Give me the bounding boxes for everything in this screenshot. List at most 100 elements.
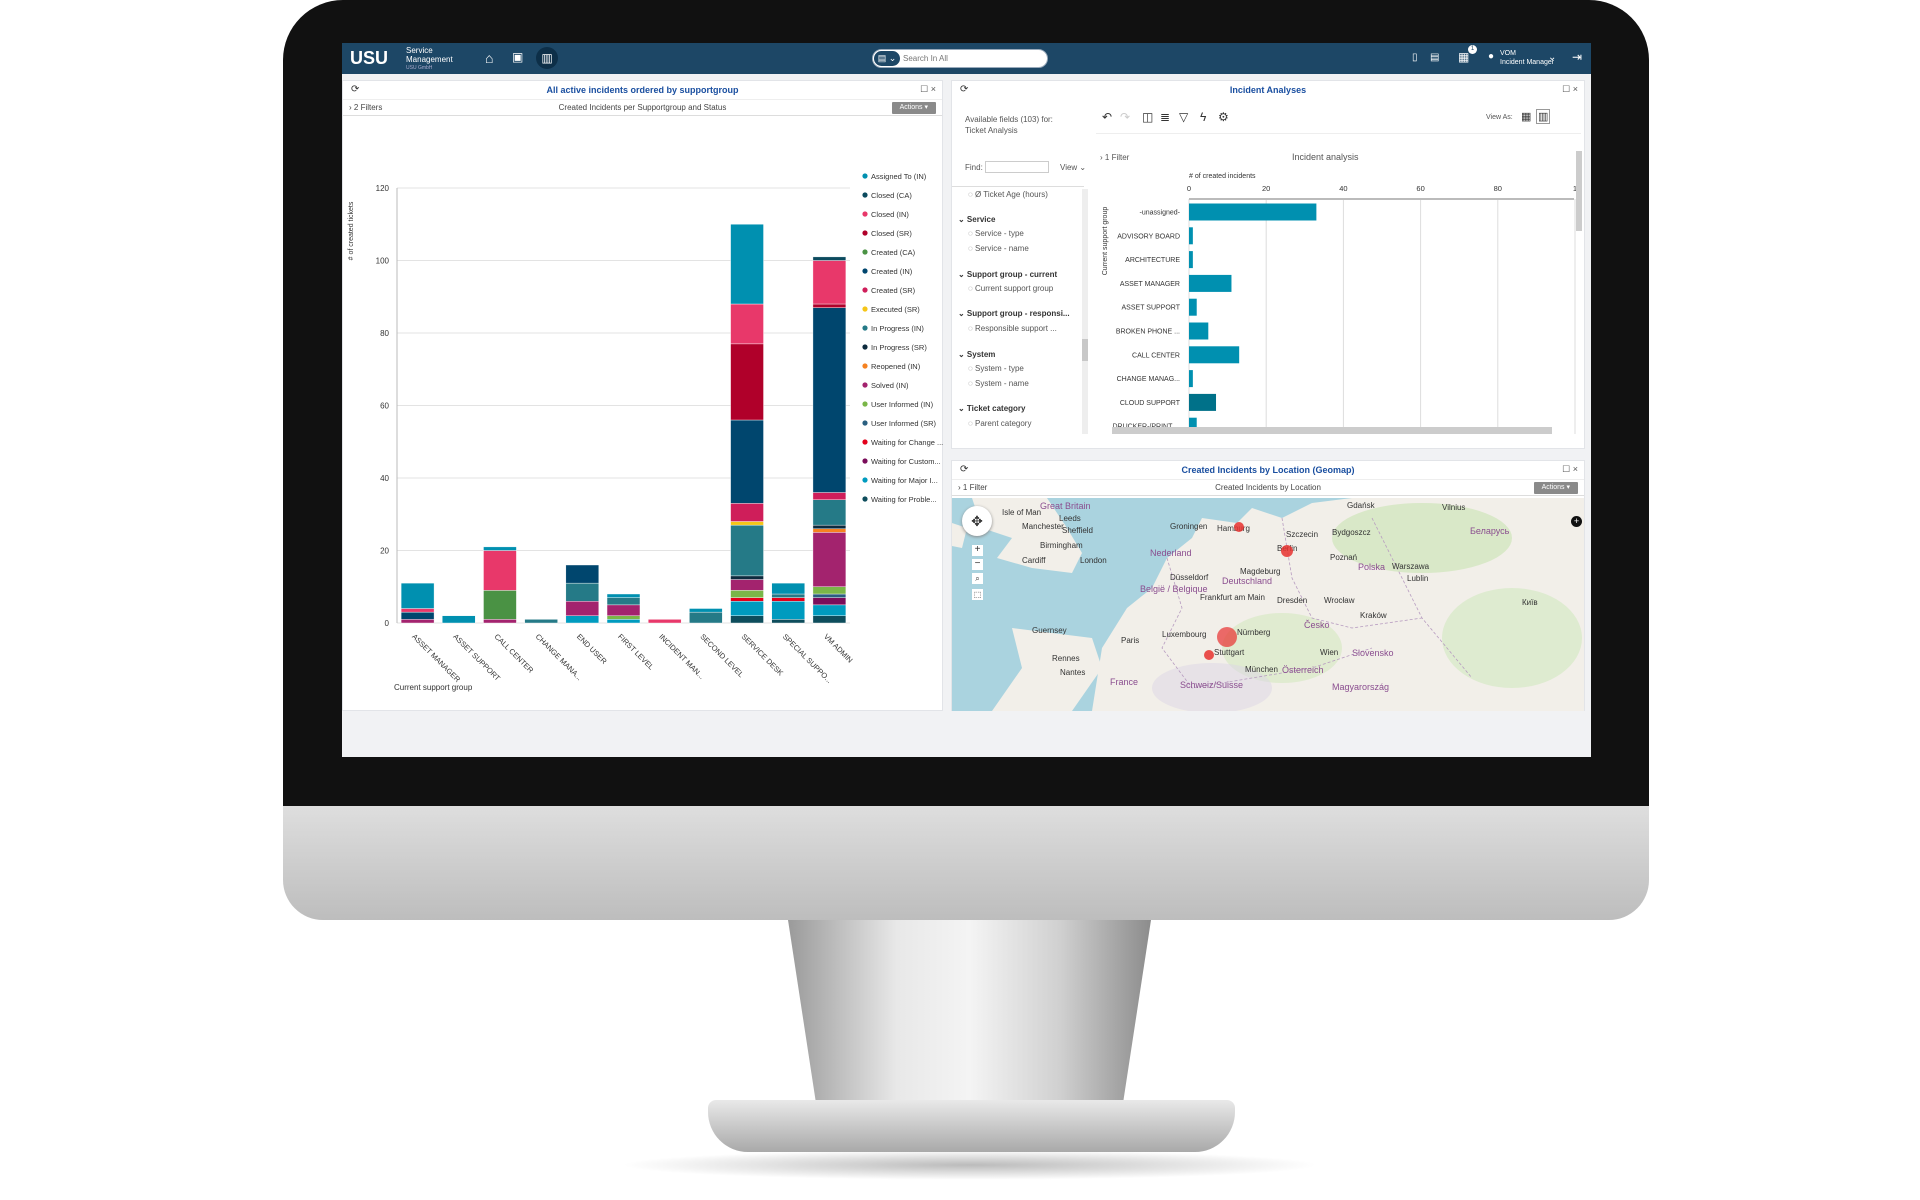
legend-item: Waiting for Custom... [871, 457, 941, 466]
map-canvas[interactable]: Great Britain Isle of Man Leeds Manchester S… [952, 498, 1584, 711]
legend-item: Closed (IN) [871, 210, 909, 219]
legend-item: Created (CA) [871, 248, 916, 257]
bookmark-icon[interactable]: ▯ [1412, 52, 1418, 63]
bar-segment [606, 615, 641, 620]
monitor-chin [283, 806, 1649, 920]
stacked-bar-chart: 0 20 40 60 80 100 120 # of created tickets Curre… [348, 172, 943, 692]
x-tick-label: INCIDENT MAN... [657, 632, 706, 681]
bar-segment [730, 224, 764, 305]
legend-item: Closed (CA) [871, 191, 912, 200]
bar-segment [565, 601, 599, 616]
y-tick-label: 100 [376, 257, 390, 266]
screen: USU Service Management USU GmbH ⌂ ▣ ▥ ▤ ⌄ … [342, 43, 1591, 757]
y-tick-label: 20 [380, 547, 389, 556]
y-axis-title: Current support group [1102, 207, 1109, 276]
add-layer-icon[interactable]: + [1571, 516, 1582, 527]
bar [1189, 322, 1209, 340]
legend-marker [862, 477, 868, 483]
x-axis-title: # of created incidents [1189, 173, 1256, 180]
usu-logo[interactable]: USU [350, 48, 388, 69]
bar-segment [812, 597, 847, 606]
bar-segment [400, 582, 435, 609]
bar-segment [730, 343, 764, 421]
chevron-down-icon[interactable]: ⌄ [1548, 52, 1556, 63]
legend-marker [862, 458, 868, 464]
panel-title: Created Incidents by Location (Geomap) [1181, 465, 1355, 475]
map-markers [1204, 522, 1293, 660]
legend-item: Waiting for Major I... [871, 476, 938, 485]
zoom-in-button[interactable]: + [972, 545, 983, 556]
map-subtitle: Created Incidents by Location [1215, 483, 1321, 492]
product-line1: Service [406, 46, 433, 55]
marker-berlin[interactable] [1281, 545, 1293, 557]
x-tick-label: SECOND LEVEL [698, 632, 745, 679]
x-tick-label: VM ADMIN [822, 632, 855, 665]
y-tick-label: ARCHITECTURE [1125, 257, 1180, 264]
user-icon: ● [1488, 51, 1495, 62]
bar-segment [812, 307, 847, 493]
search-scope-dropdown[interactable]: ▤ ⌄ [873, 50, 901, 67]
filters-label: 1 Filter [962, 483, 988, 492]
horizontal-bar-chart: # of created incidents0 20 40 60 80 1Current … [1102, 151, 1582, 434]
legend-item: Waiting for Change ... [871, 438, 943, 447]
bar [1189, 251, 1193, 269]
bar-segment [812, 528, 847, 533]
legend-marker [862, 363, 868, 369]
geomap-panel: Created Incidents by Location (Geomap) ⟳… [951, 460, 1585, 711]
marker-hamburg[interactable] [1234, 522, 1244, 532]
legend-marker [862, 249, 868, 255]
search-input[interactable] [903, 52, 1043, 65]
logout-icon[interactable]: ⇥ [1572, 50, 1582, 64]
pan-control[interactable]: ✥ [962, 506, 992, 536]
y-tick-label: CHANGE MANAG... [1117, 376, 1180, 383]
bar-segment [812, 604, 847, 616]
legend-item: Created (IN) [871, 267, 913, 276]
bar-segment [606, 597, 641, 606]
list-icon[interactable]: ▤ [1430, 52, 1439, 63]
chart-icon[interactable]: ▥ [536, 47, 558, 69]
bar-segment [812, 499, 847, 526]
bar-segment [812, 532, 847, 587]
select-area-icon[interactable]: ⬚ [972, 589, 983, 600]
monitor-icon[interactable]: ▣ [512, 50, 523, 64]
bar-segment [812, 586, 847, 595]
bar-segment [606, 619, 641, 624]
actions-button[interactable]: Actions ▾ [1533, 482, 1578, 494]
legend-marker [862, 382, 868, 388]
marker-stuttgart[interactable] [1217, 627, 1237, 647]
bar-segment [771, 582, 805, 595]
bar-segment [483, 619, 517, 624]
user-role: Incident Manager [1500, 59, 1555, 66]
bar-segment [730, 590, 764, 598]
y-tick-label: 0 [385, 619, 390, 628]
bar-segment [689, 608, 723, 613]
legend-item: Created (SR) [871, 286, 916, 295]
y-tick-label: 40 [380, 474, 389, 483]
clipboard-icon[interactable]: ▦ [1458, 50, 1469, 64]
y-tick-label: ASSET MANAGER [1120, 281, 1180, 288]
bar-segment [524, 619, 558, 624]
y-tick-label: 60 [380, 402, 389, 411]
zoom-extent-icon[interactable]: ⌕ [972, 573, 983, 584]
zoom-out-button[interactable]: − [972, 559, 983, 570]
refresh-icon[interactable]: ⟳ [960, 464, 968, 475]
bar-segment [606, 604, 641, 616]
bar-segment [771, 597, 805, 602]
bar-segment [730, 597, 764, 602]
legend-marker [862, 268, 868, 274]
bar-segment [400, 611, 435, 620]
incidents-by-supportgroup-panel: All active incidents ordered by supportg… [342, 80, 943, 711]
marker-freiburg[interactable] [1204, 650, 1214, 660]
horizontal-scrollbar[interactable] [1112, 427, 1552, 434]
panel-window-controls[interactable]: ☐ × [1562, 464, 1578, 475]
legend-marker [862, 344, 868, 350]
filters-toggle[interactable]: › 1 Filter [958, 480, 987, 496]
bar-segment [565, 615, 599, 624]
bar-segment [771, 601, 805, 620]
bar-segment [812, 524, 847, 529]
home-icon[interactable]: ⌂ [485, 50, 493, 66]
user-menu[interactable]: VOM Incident Manager [1500, 49, 1554, 67]
bar-segment [648, 619, 682, 624]
vertical-scrollbar[interactable] [1576, 151, 1582, 231]
legend-marker [862, 211, 868, 217]
